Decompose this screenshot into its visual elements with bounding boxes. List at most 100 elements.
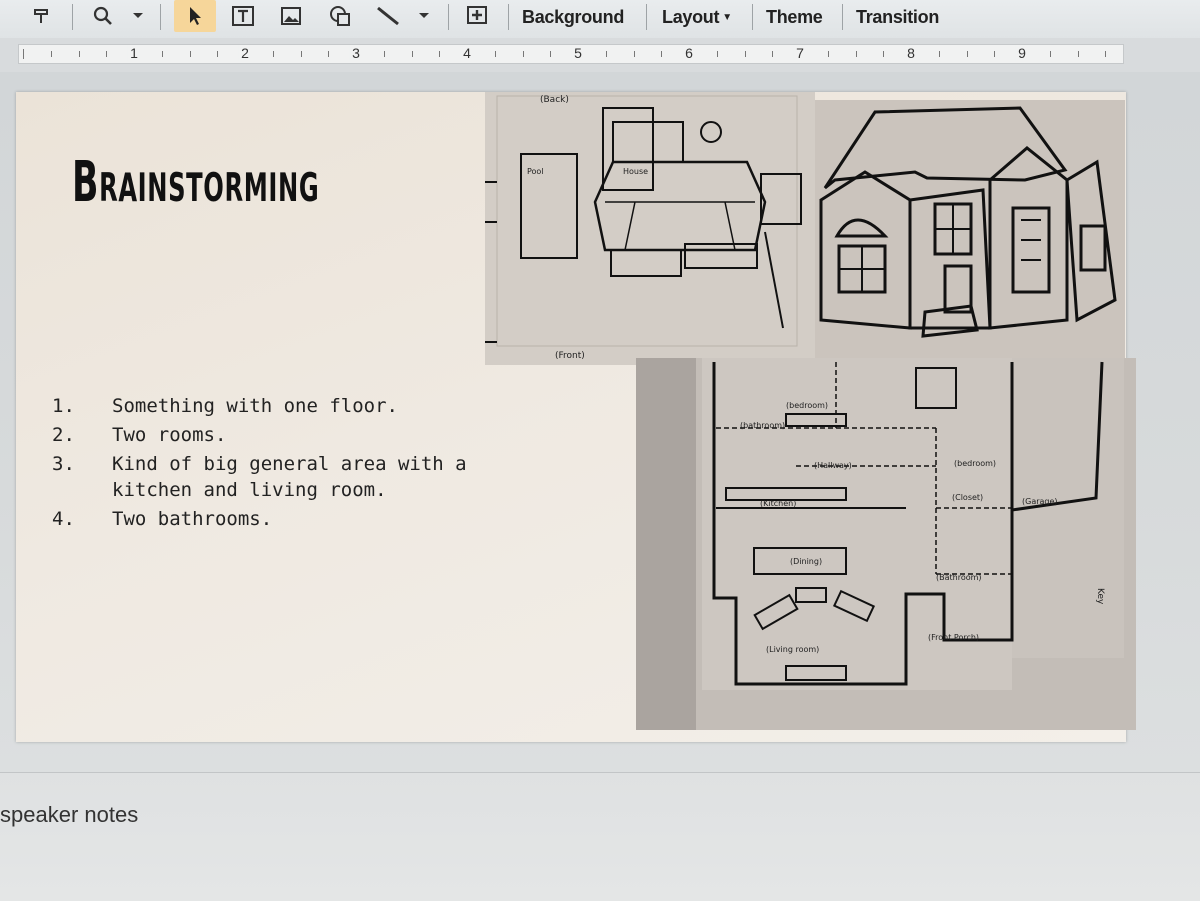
ruler-number: 5 [571,45,585,61]
toolbar-separator [160,4,161,30]
list-text: Two bathrooms. [112,508,273,530]
toolbar-separator [752,4,753,30]
ruler-tick [161,51,163,57]
theme-button[interactable]: Theme [762,4,827,30]
plan-bedroom-2-label: (bedroom) [954,459,996,468]
plan-kitchen-label: (Kitchen) [760,499,796,508]
ruler-tick [189,51,191,57]
list-text: Two rooms. [112,424,227,446]
ruler-tick [78,51,80,57]
ruler-tick [383,51,385,57]
ruler-tick [633,51,635,57]
ruler-tick [439,51,441,57]
toolbar-separator [508,4,509,30]
toolbar-separator [448,4,449,30]
list-item: 2. Two rooms. [52,422,552,448]
list-number: 4. [52,508,75,530]
ruler-bar: 1 2 3 4 5 6 7 8 9 [0,38,1200,72]
list-text: Something with one floor. [112,395,398,417]
floor-plan-drawing: (bedroom) (bathroom) (Hallway) (bedroom)… [636,358,1136,730]
plan-bathroom-1-label: (bathroom) [740,421,785,430]
speaker-notes-panel[interactable] [0,772,1200,901]
ruler-tick [550,51,552,57]
plan-hallway-label: (Hallway) [814,461,852,470]
ruler-tick [772,51,774,57]
house-sketch-image[interactable] [815,100,1125,358]
select-icon[interactable] [174,0,216,32]
ruler-tick [522,51,524,57]
ruler-tick [605,51,607,57]
image-icon[interactable] [276,0,306,32]
ruler-tick [50,51,52,57]
site-pool-label: Pool [527,167,544,176]
new-comment-icon[interactable] [462,0,492,32]
plan-key-label: Key [1095,588,1105,605]
plan-living-room-label: (Living room) [766,645,819,654]
ruler-tick [272,51,274,57]
ruler-number: 6 [682,45,696,61]
horizontal-ruler[interactable]: 1 2 3 4 5 6 7 8 9 [18,44,1124,64]
ruler-number: 1 [127,45,141,61]
house-drawing [815,100,1125,358]
list-number: 2. [52,424,75,446]
line-caret-icon[interactable] [414,0,434,32]
list-number: 1. [52,395,75,417]
site-front-label: (Front) [555,351,585,361]
ruler-tick [494,51,496,57]
layout-button[interactable]: Layout ▼ [658,4,736,30]
plan-dining-label: (Dining) [790,557,822,566]
ruler-tick [411,51,413,57]
ruler-tick [827,51,829,57]
ruler-tick [716,51,718,57]
floor-plan-image[interactable]: (bedroom) (bathroom) (Hallway) (bedroom)… [636,358,1136,730]
zoom-icon[interactable] [88,0,118,32]
ruler-tick [938,51,940,57]
toolbar-separator [646,4,647,30]
list-text: Kind of big general area with a kitchen … [112,453,467,501]
plan-bathroom-2-label: (Bathroom) [936,573,982,582]
background-button[interactable]: Background [518,4,628,30]
ruler-tick [23,49,24,59]
ruler-tick [106,51,108,57]
ruler-number: 3 [349,45,363,61]
ruler-tick [994,51,996,57]
plan-garage-label: (Garage) [1022,497,1058,506]
line-icon[interactable] [370,0,406,32]
list-item: 1. Something with one floor. [52,393,552,419]
slide-title[interactable]: Brainstorming [72,150,319,215]
layout-label: Layout [662,6,720,27]
ruler-tick [855,51,857,57]
ruler-tick [744,51,746,57]
shape-icon[interactable] [324,0,356,32]
toolbar-separator [72,4,73,30]
ruler-tick [1105,51,1107,57]
list-item: 4. Two bathrooms. [52,506,552,532]
plan-front-porch-label: (Front Porch) [928,633,979,642]
list-item: 3. Kind of big general area with a kitche… [52,451,552,503]
ruler-tick [217,51,219,57]
plan-closet-label: (Closet) [952,493,983,502]
transition-button[interactable]: Transition [852,4,943,30]
ruler-tick [883,51,885,57]
zoom-caret-icon[interactable] [128,0,148,32]
toolbar: Background Layout ▼ Theme Transition [0,0,1200,39]
ruler-number: 9 [1015,45,1029,61]
ruler-tick [1077,51,1079,57]
ruler-number: 8 [904,45,918,61]
site-plan-drawing: (Back) Pool House (Front) [485,92,815,365]
list-number: 3. [52,453,75,475]
site-plan-image[interactable]: (Back) Pool House (Front) [485,92,815,365]
ruler-tick [1049,51,1051,57]
ruler-tick [661,51,663,57]
chevron-down-icon: ▼ [722,11,732,23]
ruler-tick [966,51,968,57]
ruler-tick [300,51,302,57]
plan-bedroom-1-label: (bedroom) [786,401,828,410]
brainstorm-list[interactable]: 1. Something with one floor. 2. Two rooms. 3… [52,393,552,535]
toolbar-separator [842,4,843,30]
text-box-icon[interactable] [226,0,260,32]
ruler-number: 7 [793,45,807,61]
ruler-number: 4 [460,45,474,61]
speaker-notes-placeholder[interactable]: speaker notes [0,802,138,828]
format-icon[interactable] [28,0,54,32]
